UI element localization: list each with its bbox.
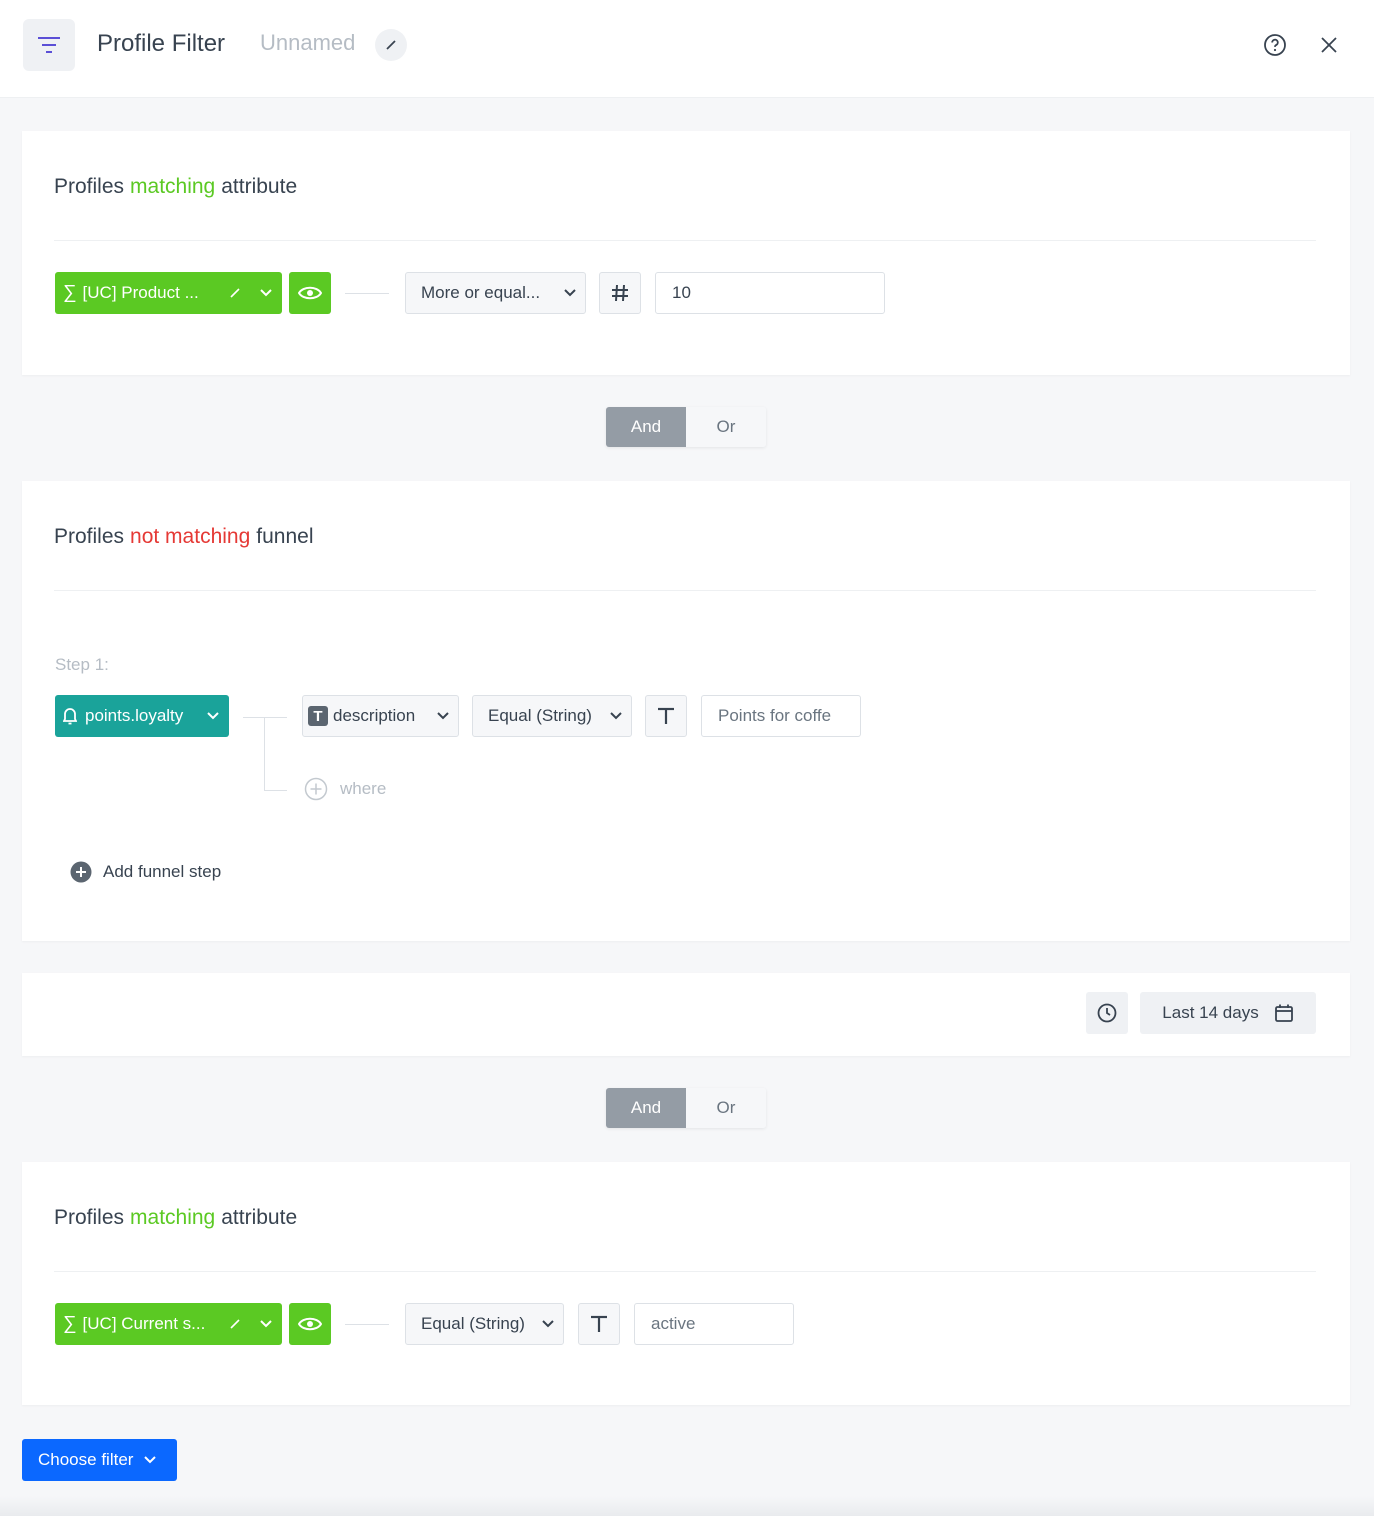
chevron-down-icon: [542, 1320, 554, 1328]
header-bar: Profile Filter Unnamed: [0, 0, 1374, 98]
or-button[interactable]: Or: [686, 1088, 766, 1128]
event-label: points.loyalty: [85, 706, 184, 725]
tree-line: [264, 790, 287, 791]
attribute-label: [UC] Current s...: [82, 1314, 206, 1333]
event-selector[interactable]: points.loyalty: [55, 695, 229, 737]
filter-lines-icon: [38, 37, 60, 53]
value-type-text-button[interactable]: [645, 695, 687, 737]
add-where-button[interactable]: where: [304, 777, 386, 801]
filter-name[interactable]: Unnamed: [260, 30, 355, 56]
close-icon: [1321, 37, 1337, 53]
eye-icon: [298, 1317, 322, 1331]
plus-circle-icon: [304, 777, 328, 801]
logic-toggle-1: And Or: [606, 407, 766, 447]
sigma-icon: ∑: [63, 282, 77, 303]
chevron-down-icon: [564, 289, 576, 297]
plus-circle-icon: [70, 861, 92, 883]
or-button[interactable]: Or: [686, 407, 766, 447]
close-button[interactable]: [1315, 31, 1343, 59]
rename-button[interactable]: [375, 29, 407, 61]
divider: [54, 1271, 1316, 1272]
value-input[interactable]: Points for coffe: [701, 695, 861, 737]
preview-button[interactable]: [289, 272, 331, 314]
chevron-down-icon: [144, 1456, 157, 1464]
pencil-icon[interactable]: [229, 1318, 241, 1330]
value-type-number-button[interactable]: [599, 272, 641, 314]
chevron-down-icon: [437, 712, 449, 720]
match-mode-toggle[interactable]: not matching: [130, 525, 250, 548]
eye-icon: [298, 286, 322, 300]
preview-button[interactable]: [289, 1303, 331, 1345]
logic-toggle-2: And Or: [606, 1088, 766, 1128]
and-button[interactable]: And: [606, 1088, 686, 1128]
attribute-selector[interactable]: ∑ [UC] Product ...: [55, 272, 282, 314]
pencil-icon: [386, 40, 396, 50]
pencil-icon[interactable]: [229, 287, 241, 299]
tree-line: [264, 717, 265, 790]
condition-heading: Profiles matching attribute: [54, 175, 298, 198]
connector-line: [243, 717, 287, 718]
connector-line: [345, 1324, 389, 1325]
time-settings-button[interactable]: [1086, 992, 1128, 1034]
calendar-icon: [1274, 1004, 1293, 1022]
condition-heading: Profiles matching attribute: [54, 1206, 298, 1229]
value-type-text-button[interactable]: [578, 1303, 620, 1345]
page-title: Profile Filter: [97, 30, 226, 57]
step-label: Step 1:: [55, 655, 109, 674]
bottom-shade: [0, 1496, 1374, 1516]
add-funnel-step-button[interactable]: Add funnel step: [70, 861, 221, 883]
date-range-button[interactable]: Last 14 days: [1140, 992, 1316, 1034]
divider: [54, 590, 1316, 591]
value-input[interactable]: 10: [655, 272, 885, 314]
divider: [54, 240, 1316, 241]
operator-select[interactable]: Equal (String): [405, 1303, 564, 1345]
operator-select[interactable]: Equal (String): [472, 695, 632, 737]
event-param-select[interactable]: T description: [302, 695, 459, 737]
help-button[interactable]: [1261, 31, 1289, 59]
text-type-icon: [658, 707, 674, 724]
help-icon: [1264, 34, 1286, 56]
choose-filter-button[interactable]: Choose filter: [22, 1439, 177, 1481]
hash-icon: [612, 284, 628, 302]
match-mode-toggle[interactable]: matching: [130, 1206, 215, 1229]
condition-card-3: Profiles matching attribute ∑ [UC] Current…: [22, 1162, 1350, 1405]
value-input[interactable]: active: [634, 1303, 794, 1345]
chevron-down-icon: [207, 712, 219, 720]
text-type-icon: [591, 1315, 607, 1332]
condition-card-2: Profiles not matching funnel Step 1: point…: [22, 481, 1350, 941]
attribute-label: [UC] Product ...: [82, 283, 199, 302]
condition-heading: Profiles not matching funnel: [54, 525, 314, 548]
operator-select[interactable]: More or equal...: [405, 272, 586, 314]
date-range-card: Last 14 days: [22, 973, 1350, 1056]
filter-menu-button[interactable]: [23, 19, 75, 71]
text-type-icon: T: [308, 706, 328, 726]
match-mode-toggle[interactable]: matching: [130, 175, 215, 198]
chevron-down-icon: [610, 712, 622, 720]
and-button[interactable]: And: [606, 407, 686, 447]
clock-icon: [1097, 1003, 1117, 1023]
connector-line: [345, 293, 389, 294]
bell-icon: [63, 708, 77, 725]
attribute-selector[interactable]: ∑ [UC] Current s...: [55, 1303, 282, 1345]
sigma-icon: ∑: [63, 1313, 77, 1334]
condition-card-1: Profiles matching attribute ∑ [UC] Product…: [22, 131, 1350, 375]
chevron-down-icon[interactable]: [260, 289, 272, 297]
chevron-down-icon[interactable]: [260, 1320, 272, 1328]
